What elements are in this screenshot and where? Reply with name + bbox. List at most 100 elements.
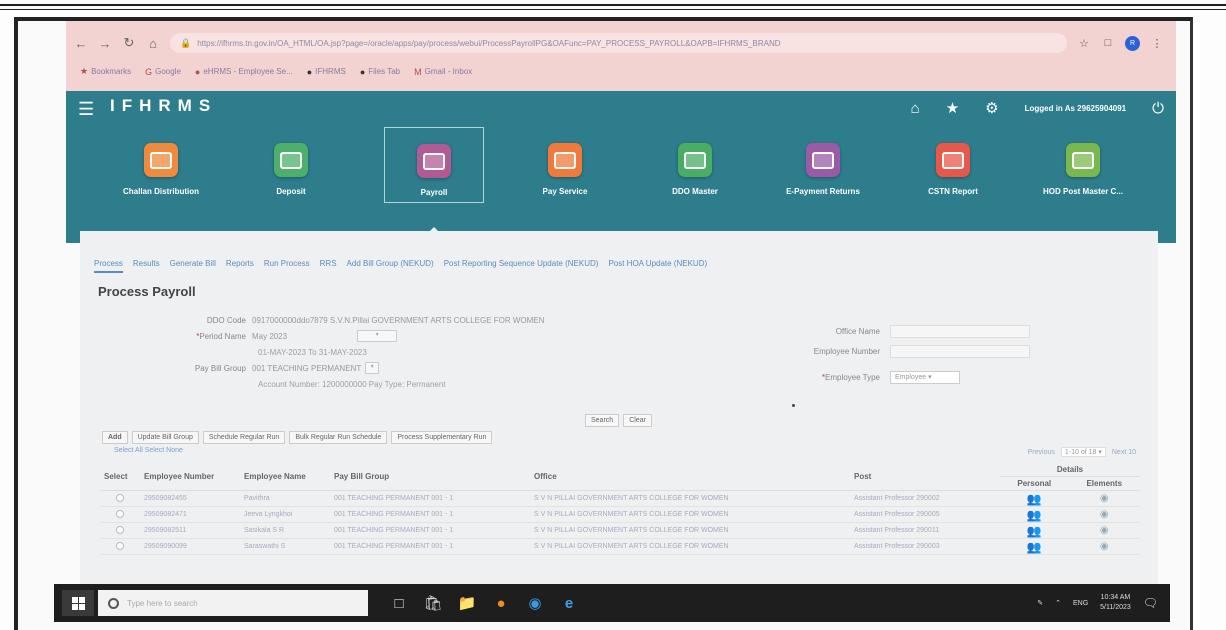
- empno-label: Employee Number: [813, 346, 880, 356]
- table-row: 29509090099 Saraswathi S 001 TEACHING PE…: [100, 538, 1140, 555]
- personal-details-icon[interactable]: 👥: [1027, 492, 1042, 506]
- home-icon[interactable]: ⌂: [146, 36, 160, 51]
- subtab-run-process[interactable]: Run Process: [264, 259, 310, 273]
- elements-icon[interactable]: ◉: [1100, 525, 1109, 536]
- module-payroll[interactable]: Payroll: [384, 127, 484, 203]
- module-deposit[interactable]: Deposit: [226, 137, 356, 217]
- row-select[interactable]: [100, 490, 140, 507]
- bulk-regular-run-schedule-button[interactable]: Bulk Regular Run Schedule: [289, 431, 388, 444]
- store-bag-icon[interactable]: 🛍: [423, 594, 443, 612]
- search-button[interactable]: Search: [585, 414, 620, 427]
- update-bill-group-button[interactable]: Update Bill Group: [131, 431, 199, 444]
- notification-icon[interactable]: 🗨: [1143, 596, 1158, 610]
- pager-range-select[interactable]: 1-10 of 18 ▾: [1060, 447, 1106, 457]
- module-label: Pay Service: [542, 187, 588, 196]
- col-pay-bill-group[interactable]: Pay Bill Group: [330, 463, 530, 491]
- cursor-dot: [792, 404, 795, 407]
- favorites-star-icon[interactable]: ★: [946, 99, 959, 117]
- subtab-rrs[interactable]: RRS: [320, 259, 337, 273]
- personal-details-icon[interactable]: 👥: [1027, 540, 1042, 554]
- home-icon[interactable]: ⌂: [911, 100, 920, 117]
- address-row: ← → ↻ ⌂ 🔒 https://ifhrms.tn.gov.in/OA_HT…: [74, 31, 1164, 55]
- subtab-results[interactable]: Results: [133, 259, 160, 273]
- module-hod-post-master[interactable]: HOD Post Master C...: [1018, 137, 1148, 217]
- period-lov-field[interactable]: ▾: [357, 330, 398, 342]
- subtab-generate-bill[interactable]: Generate Bill: [170, 259, 216, 273]
- col-employee-number[interactable]: Employee Number: [140, 463, 240, 491]
- subtab-reports[interactable]: Reports: [226, 259, 254, 273]
- start-button[interactable]: [62, 590, 94, 616]
- bookmark-item[interactable]: ● IFHRMS: [307, 66, 346, 77]
- employee-type-select[interactable]: Employee ▾: [890, 370, 960, 384]
- bookmark-item[interactable]: G Google: [145, 66, 181, 77]
- module-ddo-master[interactable]: DDO Master: [630, 137, 760, 217]
- internet-explorer-icon[interactable]: e: [559, 595, 579, 612]
- elements-icon[interactable]: ◉: [1100, 509, 1109, 520]
- add-button[interactable]: Add: [102, 431, 128, 444]
- hamburger-menu-icon[interactable]: ☰: [78, 99, 94, 120]
- pager-next[interactable]: Next 10: [1112, 449, 1136, 456]
- radio-button[interactable]: [116, 509, 124, 518]
- cell-personal: 👥: [1000, 506, 1069, 523]
- clear-button[interactable]: Clear: [623, 414, 652, 427]
- subtab-process[interactable]: Process: [94, 259, 123, 273]
- process-supplementary-run-button[interactable]: Process Supplementary Run: [391, 431, 493, 444]
- paybill-value[interactable]: 001 TEACHING PERMANENT: [252, 364, 361, 373]
- star-bookmark-icon[interactable]: ☆: [1077, 37, 1091, 50]
- radio-button[interactable]: [116, 541, 124, 550]
- table-header-row: Select Employee Number Employee Name Pay…: [100, 463, 1140, 491]
- back-icon[interactable]: ←: [74, 36, 88, 51]
- employee-table: Select Employee Number Employee Name Pay…: [100, 463, 1140, 555]
- cell-personal: 👥: [1000, 522, 1069, 539]
- row-select[interactable]: [100, 522, 140, 539]
- menu-dots-icon[interactable]: ⋮: [1150, 37, 1164, 50]
- office-name-field[interactable]: [890, 324, 1030, 338]
- select-all-none-links[interactable]: Select All Select None: [114, 447, 183, 454]
- taskbar-search[interactable]: Type here to search: [98, 590, 368, 616]
- subtab-post-hoa-update[interactable]: Post HOA Update (NEKUD): [608, 259, 707, 273]
- extensions-icon[interactable]: □: [1101, 37, 1115, 49]
- personal-details-icon[interactable]: 👥: [1027, 508, 1042, 522]
- task-view-icon[interactable]: □: [389, 595, 409, 612]
- col-post[interactable]: Post: [850, 463, 1000, 491]
- settings-gear-icon[interactable]: ⚙: [985, 99, 998, 117]
- col-office[interactable]: Office: [530, 463, 850, 491]
- bookmark-item[interactable]: ● eHRMS - Employee Se...: [195, 66, 293, 77]
- paybill-lov-field[interactable]: ▾: [365, 362, 380, 374]
- elements-icon[interactable]: ◉: [1100, 541, 1109, 552]
- radio-button[interactable]: [116, 525, 124, 534]
- person-tray-icon[interactable]: ✎: [1037, 599, 1043, 607]
- subtab-add-bill-group[interactable]: Add Bill Group (NEKUD): [347, 259, 434, 273]
- module-cstn-report[interactable]: CSTN Report: [888, 137, 1018, 217]
- employee-number-field[interactable]: [890, 344, 1030, 358]
- chrome-icon[interactable]: ◉: [525, 594, 545, 612]
- table-row: 29509082455 Pavithra 001 TEACHING PERMAN…: [100, 490, 1140, 507]
- bookmark-item[interactable]: ● Files Tab: [360, 66, 400, 77]
- subtab-post-reporting-sequence[interactable]: Post Reporting Sequence Update (NEKUD): [444, 259, 599, 273]
- personal-details-icon[interactable]: 👥: [1027, 524, 1042, 538]
- col-employee-name[interactable]: Employee Name: [240, 463, 330, 491]
- elements-icon[interactable]: ◉: [1100, 493, 1109, 504]
- profile-avatar[interactable]: R: [1125, 35, 1140, 51]
- cell-office: S V N PILLAI GOVERNMENT ARTS COLLEGE FOR…: [530, 522, 850, 539]
- module-e-payment-returns[interactable]: E-Payment Returns: [758, 137, 888, 217]
- language-indicator[interactable]: ENG: [1073, 600, 1088, 607]
- cortana-circle-icon: [108, 597, 119, 609]
- power-logout-icon[interactable]: ⏻: [1152, 100, 1164, 117]
- forward-icon[interactable]: →: [98, 36, 112, 51]
- bookmark-item[interactable]: M Gmail - Inbox: [414, 66, 472, 77]
- pager-previous[interactable]: Previous: [1028, 449, 1055, 456]
- file-explorer-icon[interactable]: 📁: [457, 594, 477, 612]
- schedule-regular-run-button[interactable]: Schedule Regular Run: [202, 431, 286, 444]
- firefox-icon[interactable]: ●: [491, 595, 511, 612]
- url-bar[interactable]: 🔒 https://ifhrms.tn.gov.in/OA_HTML/OA.js…: [170, 33, 1067, 53]
- chevron-up-icon[interactable]: ⌃: [1055, 599, 1061, 607]
- bookmark-item[interactable]: ★ Bookmarks: [80, 66, 131, 77]
- radio-button[interactable]: [116, 493, 124, 502]
- row-select[interactable]: [100, 506, 140, 523]
- module-pay-service[interactable]: Pay Service: [500, 137, 630, 217]
- reload-icon[interactable]: ↻: [122, 35, 136, 51]
- system-clock[interactable]: 10:34 AM 5/11/2023: [1100, 593, 1131, 613]
- module-challan-distribution[interactable]: Challan Distribution: [96, 137, 226, 217]
- row-select[interactable]: [100, 538, 140, 555]
